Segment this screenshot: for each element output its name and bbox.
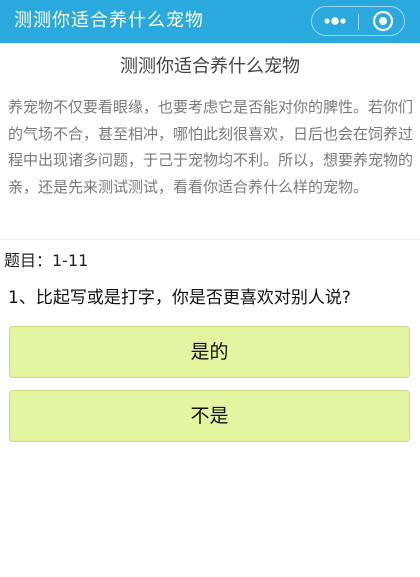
navbar: 测测你适合养什么宠物: [0, 0, 420, 43]
capsule-divider: [358, 14, 359, 30]
answer-yes-button[interactable]: 是的: [9, 326, 410, 378]
mini-program-capsule: [311, 6, 405, 36]
nav-title: 测测你适合养什么宠物: [14, 10, 204, 31]
more-icon[interactable]: [315, 7, 355, 35]
answer-no-button[interactable]: 不是: [9, 390, 410, 442]
intro-text: 养宠物不仅要看眼缘，也要考虑它是否能对你的脾性。若你们的气场不合，甚至相冲，哪怕…: [8, 98, 414, 196]
question-text: 1、比起写或是打字，你是否更喜欢对别人说?: [8, 288, 351, 308]
divider: [0, 239, 420, 240]
close-icon[interactable]: [362, 7, 402, 35]
page-title: 测测你适合养什么宠物: [120, 56, 300, 77]
question-number: 题目：1-11: [4, 251, 89, 270]
